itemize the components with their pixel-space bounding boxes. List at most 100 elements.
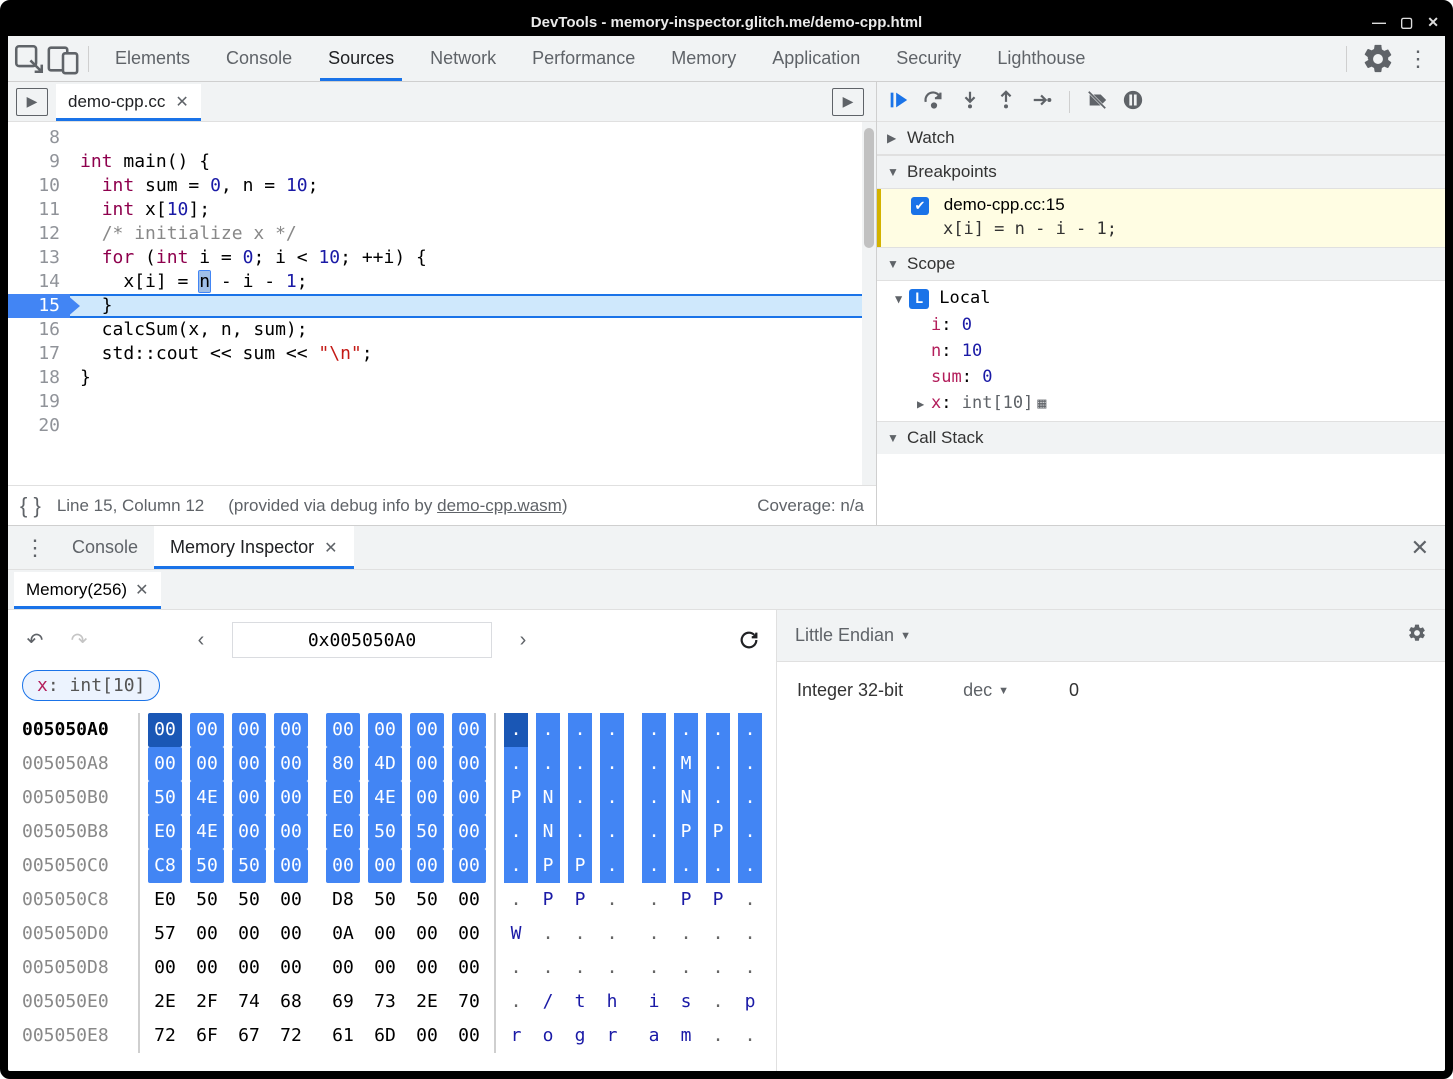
- ascii-char[interactable]: .: [738, 815, 762, 849]
- ascii-char[interactable]: .: [600, 883, 624, 917]
- hex-byte[interactable]: E0: [148, 815, 182, 849]
- ascii-char[interactable]: .: [738, 951, 762, 985]
- hex-byte[interactable]: 4E: [190, 815, 224, 849]
- hex-row[interactable]: 005050A00000000000000000........: [22, 713, 762, 747]
- hex-byte[interactable]: 67: [232, 1019, 266, 1053]
- ascii-char[interactable]: .: [536, 713, 560, 747]
- scrollbar[interactable]: [862, 122, 876, 485]
- hex-byte[interactable]: 50: [410, 815, 444, 849]
- ascii-char[interactable]: .: [674, 849, 698, 883]
- hex-byte[interactable]: 00: [410, 781, 444, 815]
- ascii-char[interactable]: .: [706, 985, 730, 1019]
- code-body[interactable]: int main() { int sum = 0, n = 10; int x[…: [70, 122, 862, 485]
- hex-byte[interactable]: 00: [410, 951, 444, 985]
- hex-byte[interactable]: 2E: [410, 985, 444, 1019]
- resume-icon[interactable]: [887, 89, 909, 115]
- ascii-char[interactable]: .: [706, 1019, 730, 1053]
- address-input[interactable]: [232, 622, 492, 658]
- hex-byte[interactable]: E0: [326, 781, 360, 815]
- hex-byte[interactable]: 4E: [190, 781, 224, 815]
- ascii-char[interactable]: .: [642, 883, 666, 917]
- ascii-char[interactable]: .: [738, 849, 762, 883]
- ascii-char[interactable]: P: [706, 815, 730, 849]
- hex-byte[interactable]: 69: [326, 985, 360, 1019]
- hex-byte[interactable]: 00: [326, 951, 360, 985]
- close-icon[interactable]: ✕: [1427, 14, 1439, 31]
- hex-byte[interactable]: 00: [326, 713, 360, 747]
- tab-performance[interactable]: Performance: [514, 36, 653, 81]
- ascii-char[interactable]: .: [504, 849, 528, 883]
- hex-byte[interactable]: 00: [190, 747, 224, 781]
- ascii-char[interactable]: .: [600, 917, 624, 951]
- ascii-char[interactable]: .: [568, 781, 592, 815]
- hex-byte[interactable]: 00: [410, 1019, 444, 1053]
- var-x[interactable]: ▶x: int[10]▦: [895, 390, 1435, 417]
- hex-byte[interactable]: 6D: [368, 1019, 402, 1053]
- ascii-char[interactable]: .: [504, 713, 528, 747]
- hex-byte[interactable]: 00: [274, 883, 308, 917]
- ascii-char[interactable]: .: [738, 1019, 762, 1053]
- inspect-icon[interactable]: [12, 42, 46, 76]
- ascii-char[interactable]: .: [600, 713, 624, 747]
- hex-byte[interactable]: 00: [232, 713, 266, 747]
- ascii-char[interactable]: .: [706, 849, 730, 883]
- ascii-char[interactable]: .: [504, 815, 528, 849]
- hex-byte[interactable]: 4E: [368, 781, 402, 815]
- hex-byte[interactable]: 50: [232, 883, 266, 917]
- ascii-char[interactable]: g: [568, 1019, 592, 1053]
- hex-byte[interactable]: 00: [452, 917, 486, 951]
- hex-row[interactable]: 005050B0504E0000E04E0000PN...N..: [22, 781, 762, 815]
- hex-byte[interactable]: 00: [148, 951, 182, 985]
- hex-byte[interactable]: 00: [452, 849, 486, 883]
- ascii-char[interactable]: .: [738, 883, 762, 917]
- minimize-icon[interactable]: —: [1372, 14, 1386, 30]
- hex-byte[interactable]: 00: [232, 917, 266, 951]
- ascii-char[interactable]: .: [600, 951, 624, 985]
- ascii-char[interactable]: N: [674, 781, 698, 815]
- hex-byte[interactable]: 68: [274, 985, 308, 1019]
- hex-byte[interactable]: 00: [232, 815, 266, 849]
- navigator-toggle-icon[interactable]: ▶: [16, 88, 48, 116]
- ascii-char[interactable]: .: [642, 917, 666, 951]
- step-over-icon[interactable]: [923, 89, 945, 115]
- hex-byte[interactable]: 00: [274, 781, 308, 815]
- memory-subtab[interactable]: Memory(256) ✕: [14, 572, 161, 608]
- tab-elements[interactable]: Elements: [97, 36, 208, 81]
- hex-byte[interactable]: 50: [368, 883, 402, 917]
- debugger-collapse-icon[interactable]: ▶: [832, 88, 864, 116]
- hex-byte[interactable]: 00: [190, 951, 224, 985]
- close-drawer-icon[interactable]: ✕: [1401, 535, 1439, 561]
- hex-byte[interactable]: 00: [452, 1019, 486, 1053]
- ascii-char[interactable]: i: [642, 985, 666, 1019]
- hex-byte[interactable]: 00: [274, 747, 308, 781]
- deactivate-breakpoints-icon[interactable]: [1086, 89, 1108, 115]
- ascii-char[interactable]: .: [674, 713, 698, 747]
- ascii-char[interactable]: .: [738, 713, 762, 747]
- hex-byte[interactable]: 00: [452, 951, 486, 985]
- ascii-char[interactable]: .: [568, 951, 592, 985]
- ascii-char[interactable]: .: [536, 917, 560, 951]
- ascii-char[interactable]: .: [568, 747, 592, 781]
- hex-byte[interactable]: 00: [190, 713, 224, 747]
- ascii-char[interactable]: .: [642, 849, 666, 883]
- hex-byte[interactable]: 00: [274, 917, 308, 951]
- ascii-char[interactable]: s: [674, 985, 698, 1019]
- hex-byte[interactable]: 00: [410, 849, 444, 883]
- hex-byte[interactable]: 00: [274, 815, 308, 849]
- scope-local-header[interactable]: ▼L Local: [895, 285, 1435, 312]
- hex-byte[interactable]: 00: [452, 781, 486, 815]
- hex-byte[interactable]: 00: [190, 917, 224, 951]
- ascii-char[interactable]: .: [674, 917, 698, 951]
- hex-byte[interactable]: 00: [274, 849, 308, 883]
- hex-byte[interactable]: 50: [148, 781, 182, 815]
- step-out-icon[interactable]: [995, 89, 1017, 115]
- hex-byte[interactable]: 00: [326, 849, 360, 883]
- kebab-icon[interactable]: ⋮: [1401, 42, 1435, 76]
- ascii-char[interactable]: P: [674, 815, 698, 849]
- hex-byte[interactable]: 73: [368, 985, 402, 1019]
- hex-byte[interactable]: 6F: [190, 1019, 224, 1053]
- ascii-char[interactable]: o: [536, 1019, 560, 1053]
- hex-row[interactable]: 005050D80000000000000000........: [22, 951, 762, 985]
- ascii-char[interactable]: .: [600, 849, 624, 883]
- device-toggle-icon[interactable]: [46, 42, 80, 76]
